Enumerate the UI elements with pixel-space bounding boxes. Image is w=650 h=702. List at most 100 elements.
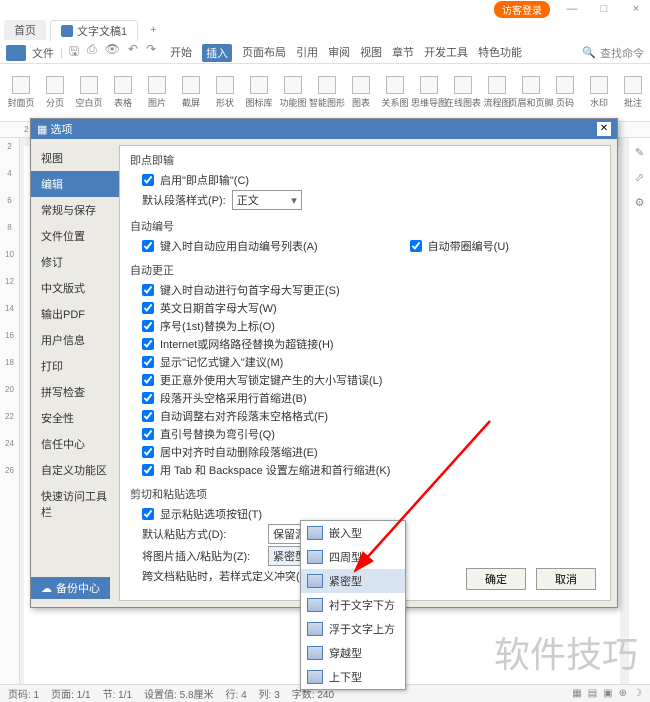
- nav-item[interactable]: 中文版式: [31, 275, 119, 301]
- ribbon-group[interactable]: 表格: [108, 76, 138, 109]
- nav-item[interactable]: 编辑: [31, 171, 119, 197]
- autocorrect-checkbox[interactable]: [142, 338, 154, 350]
- auto-circle-number-checkbox[interactable]: [410, 240, 422, 252]
- ribbon-icon: [318, 76, 336, 94]
- dropdown-label: 上下型: [329, 669, 362, 685]
- ribbon-group[interactable]: 图表: [346, 76, 376, 109]
- autocorrect-checkbox[interactable]: [142, 392, 154, 404]
- autocorrect-checkbox[interactable]: [142, 284, 154, 296]
- dropdown-item[interactable]: 浮于文字上方: [301, 617, 405, 641]
- backup-center-button[interactable]: ☁ 备份中心: [31, 577, 110, 599]
- menu-item[interactable]: 章节: [392, 44, 414, 62]
- view-icon[interactable]: ▤: [588, 688, 597, 699]
- menu-item-insert[interactable]: 插入: [202, 44, 232, 62]
- ok-button[interactable]: 确定: [466, 568, 526, 590]
- ribbon-icon: [590, 76, 608, 94]
- min-button[interactable]: —: [562, 3, 582, 15]
- cancel-button[interactable]: 取消: [536, 568, 596, 590]
- menu-item[interactable]: 开发工具: [424, 44, 468, 62]
- separator: |: [60, 47, 63, 59]
- autocorrect-checkbox[interactable]: [142, 320, 154, 332]
- dropdown-item[interactable]: 衬于文字下方: [301, 593, 405, 617]
- auto-number-list-checkbox[interactable]: [142, 240, 154, 252]
- ribbon-group[interactable]: 图片: [142, 76, 172, 109]
- ribbon-group[interactable]: 水印: [584, 76, 614, 109]
- dropdown-item[interactable]: 嵌入型: [301, 521, 405, 545]
- show-paste-options-checkbox[interactable]: [142, 508, 154, 520]
- view-icon[interactable]: ⊕: [619, 688, 627, 699]
- view-icon[interactable]: ▣: [603, 688, 612, 699]
- ribbon-group[interactable]: 思维导图: [414, 76, 444, 109]
- ribbon-group[interactable]: 功能图: [278, 76, 308, 109]
- enable-click-type-checkbox[interactable]: [142, 174, 154, 186]
- field-label: 默认粘贴方式(D):: [142, 526, 262, 542]
- autocorrect-checkbox[interactable]: [142, 446, 154, 458]
- view-icon[interactable]: ▦: [572, 688, 581, 699]
- save-icon[interactable]: 🖫: [69, 42, 79, 63]
- ribbon-group[interactable]: 截屏: [176, 76, 206, 109]
- nav-item[interactable]: 拼写检查: [31, 379, 119, 405]
- ribbon-group[interactable]: 关系图: [380, 76, 410, 109]
- autocorrect-checkbox[interactable]: [142, 302, 154, 314]
- nav-item[interactable]: 视图: [31, 145, 119, 171]
- nav-item[interactable]: 文件位置: [31, 223, 119, 249]
- file-menu[interactable]: 文件: [32, 45, 54, 61]
- checkbox-label: 键入时自动进行句首字母大写更正(S): [160, 282, 340, 298]
- menu-item[interactable]: 特色功能: [478, 44, 522, 62]
- menu-item[interactable]: 视图: [360, 44, 382, 62]
- nav-item[interactable]: 修订: [31, 249, 119, 275]
- dropdown-item[interactable]: 四周型: [301, 545, 405, 569]
- close-button[interactable]: ×: [626, 3, 646, 15]
- undo-icon[interactable]: ↶: [128, 42, 138, 63]
- autocorrect-checkbox[interactable]: [142, 356, 154, 368]
- ribbon-group[interactable]: 流程图: [482, 76, 512, 109]
- dialog-close-button[interactable]: ✕: [597, 122, 611, 136]
- ribbon-group[interactable]: 页眉和页脚: [516, 76, 546, 109]
- pointer-icon[interactable]: ⬀: [635, 171, 644, 184]
- menu-item[interactable]: 开始: [170, 44, 192, 62]
- ribbon-group[interactable]: 智能图形: [312, 76, 342, 109]
- settings-icon[interactable]: ⚙: [635, 196, 645, 209]
- paragraph-style-select[interactable]: 正文: [232, 190, 302, 210]
- login-button[interactable]: 访客登录: [494, 1, 550, 18]
- ribbon-group[interactable]: 封面页: [6, 76, 36, 109]
- nav-item[interactable]: 信任中心: [31, 431, 119, 457]
- max-button[interactable]: □: [594, 3, 614, 15]
- ribbon-group[interactable]: 空白页: [74, 76, 104, 109]
- autocorrect-checkbox[interactable]: [142, 374, 154, 386]
- nav-item[interactable]: 用户信息: [31, 327, 119, 353]
- dropdown-item[interactable]: 紧密型: [301, 569, 405, 593]
- autocorrect-checkbox[interactable]: [142, 464, 154, 476]
- menu-item[interactable]: 审阅: [328, 44, 350, 62]
- nav-item[interactable]: 输出PDF: [31, 301, 119, 327]
- ribbon-group[interactable]: 页码: [550, 76, 580, 109]
- tab-home[interactable]: 首页: [4, 20, 46, 40]
- autocorrect-checkbox[interactable]: [142, 410, 154, 422]
- dropdown-item[interactable]: 穿越型: [301, 641, 405, 665]
- redo-icon[interactable]: ↷: [146, 42, 156, 63]
- nav-item[interactable]: 自定义功能区: [31, 457, 119, 483]
- app-menu-icon[interactable]: [6, 45, 26, 61]
- autocorrect-checkbox[interactable]: [142, 428, 154, 440]
- pencil-icon[interactable]: ✎: [635, 146, 644, 159]
- ribbon-group[interactable]: 形状: [210, 76, 240, 109]
- ribbon-group[interactable]: 批注: [618, 76, 648, 109]
- dropdown-label: 四周型: [329, 549, 362, 565]
- ribbon-group[interactable]: 分页: [40, 76, 70, 109]
- nav-item[interactable]: 打印: [31, 353, 119, 379]
- menu-item[interactable]: 引用: [296, 44, 318, 62]
- dropdown-item[interactable]: 上下型: [301, 665, 405, 689]
- search-box[interactable]: 🔍查找命令: [582, 45, 644, 61]
- tab-add[interactable]: +: [142, 24, 164, 36]
- menu-item[interactable]: 页面布局: [242, 44, 286, 62]
- preview-icon[interactable]: 👁: [105, 42, 120, 63]
- tab-document[interactable]: 文字文稿1: [50, 20, 138, 41]
- nav-item[interactable]: 快速访问工具栏: [31, 483, 119, 525]
- ribbon-group[interactable]: 图标库: [244, 76, 274, 109]
- nav-item[interactable]: 安全性: [31, 405, 119, 431]
- view-icon[interactable]: ☽: [633, 688, 642, 699]
- print-icon[interactable]: ⎙: [87, 42, 97, 63]
- nav-item[interactable]: 常规与保存: [31, 197, 119, 223]
- ribbon-group[interactable]: 在线图表: [448, 76, 478, 109]
- wrap-type-dropdown[interactable]: 嵌入型四周型紧密型衬于文字下方浮于文字上方穿越型上下型: [300, 520, 406, 690]
